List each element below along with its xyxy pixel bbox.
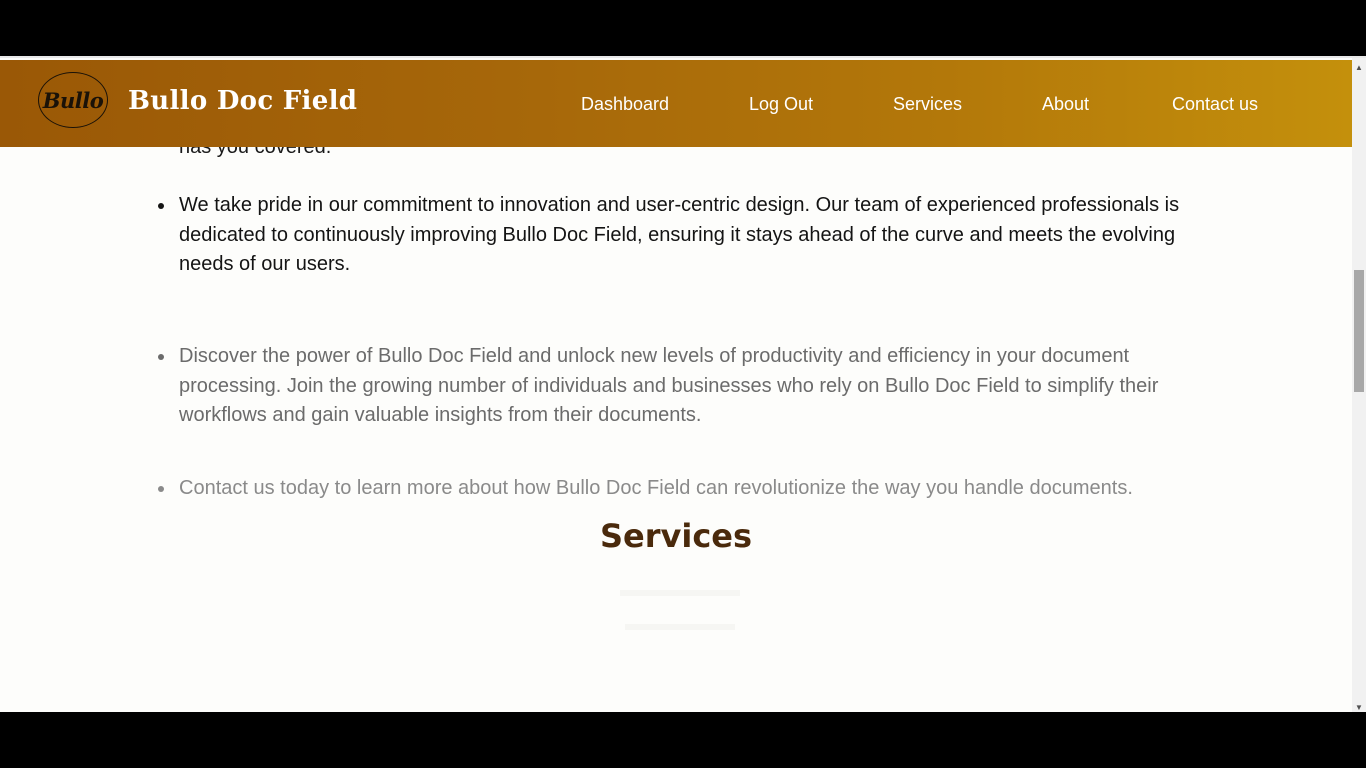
- page-content: has you covered. We take pride in our co…: [0, 58, 1352, 712]
- video-letterbox-top: [0, 0, 1366, 56]
- list-item: Discover the power of Bullo Doc Field an…: [158, 342, 1219, 431]
- services-section-heading: Services: [599, 517, 753, 555]
- video-letterbox-bottom: [0, 712, 1366, 768]
- scrollbar-thumb[interactable]: [1354, 270, 1364, 392]
- chevron-up-icon[interactable]: ▲: [1352, 60, 1366, 74]
- logo-text: Bullo: [42, 87, 104, 113]
- top-navbar: Bullo Bullo Doc Field Dashboard Log Out …: [0, 60, 1352, 147]
- list-item: We take pride in our commitment to innov…: [158, 191, 1219, 280]
- nav-link-log-out[interactable]: Log Out: [749, 94, 813, 115]
- nav-link-dashboard[interactable]: Dashboard: [581, 94, 669, 115]
- browser-viewport: has you covered. We take pride in our co…: [0, 56, 1366, 712]
- list-item: Contact us today to learn more about how…: [158, 474, 1219, 504]
- page-scrollbar[interactable]: ▲ ▼: [1352, 58, 1366, 712]
- brand-title[interactable]: Bullo Doc Field: [128, 86, 357, 116]
- nav-link-about[interactable]: About: [1042, 94, 1089, 115]
- nav-link-services[interactable]: Services: [893, 94, 962, 115]
- chevron-down-icon[interactable]: ▼: [1352, 700, 1366, 712]
- faded-content: [625, 624, 735, 630]
- faded-content: [620, 590, 740, 596]
- nav-link-contact-us[interactable]: Contact us: [1172, 94, 1258, 115]
- logo[interactable]: Bullo: [38, 72, 108, 128]
